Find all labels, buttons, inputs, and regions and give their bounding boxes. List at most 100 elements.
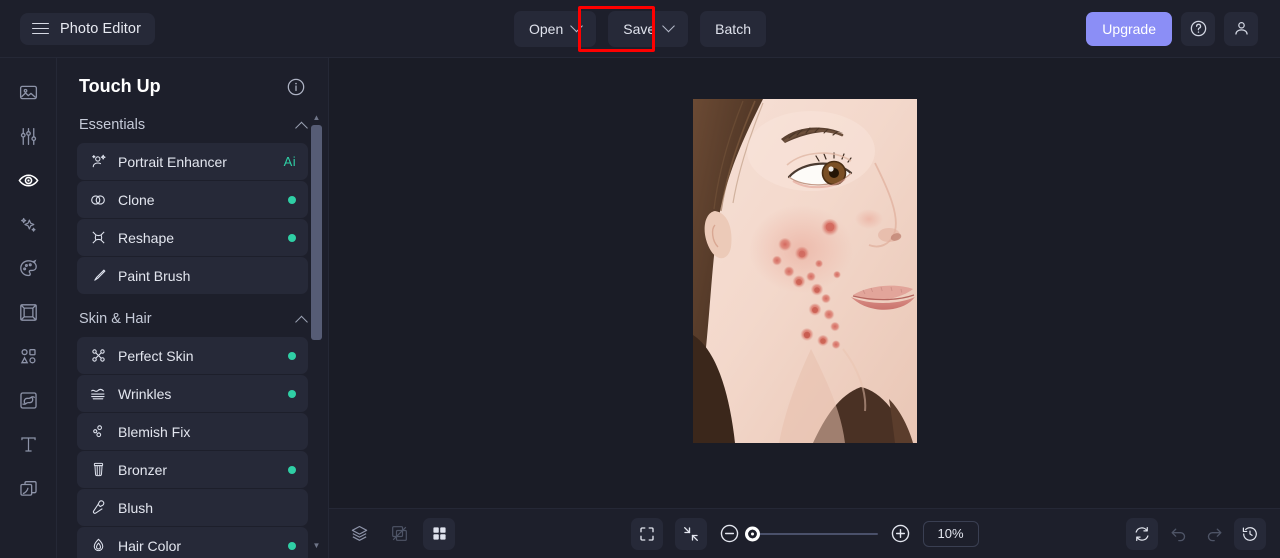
image-icon [18, 82, 39, 103]
scroll-down-arrow-icon[interactable]: ▼ [313, 542, 321, 550]
tool-item-blemish-fix[interactable]: Blemish Fix [77, 413, 308, 450]
bottom-toolbar: 10% [329, 508, 1280, 558]
grid-icon [431, 525, 448, 542]
tool-label: Hair Color [118, 537, 182, 554]
upgrade-button[interactable]: Upgrade [1086, 11, 1172, 46]
header-toolbar: Open Save Batch [514, 10, 766, 47]
blemish-fix-icon [88, 423, 108, 440]
help-button[interactable] [1181, 11, 1215, 46]
tool-label: Portrait Enhancer [118, 153, 227, 170]
portrait-photo [692, 99, 917, 443]
batch-button-label: Batch [715, 20, 751, 37]
tool-label: Blush [118, 499, 154, 516]
fit-to-screen-button[interactable] [630, 517, 663, 550]
status-dot [288, 195, 296, 204]
hamburger-icon[interactable] [32, 22, 49, 35]
panel-scroll-area[interactable]: Essentials Portrait Enhancer Ai Clone Re… [57, 111, 328, 558]
rail-item-effects[interactable] [6, 202, 50, 246]
question-circle-icon [1189, 19, 1208, 38]
undo-icon [1169, 524, 1188, 543]
rail-item-retouch[interactable] [6, 158, 50, 202]
history-icon [1241, 525, 1259, 543]
rail-item-adjust[interactable] [6, 114, 50, 158]
open-button[interactable]: Open [514, 10, 597, 47]
shapes-icon [18, 346, 39, 367]
rail-item-color[interactable] [6, 246, 50, 290]
tool-item-wrinkles[interactable]: Wrinkles [77, 375, 308, 412]
zoom-in-button[interactable] [890, 523, 911, 544]
image-canvas[interactable] [692, 99, 917, 443]
zoom-slider[interactable] [744, 526, 878, 541]
zoom-slider-knob[interactable] [744, 526, 760, 541]
tool-item-blush[interactable]: Blush [77, 489, 308, 526]
redo-icon [1205, 524, 1224, 543]
undo-button[interactable] [1162, 518, 1194, 550]
zoom-out-button[interactable] [719, 523, 740, 544]
tool-label: Clone [118, 191, 155, 208]
palette-icon [18, 258, 39, 279]
photo-editor-app: Photo Editor Open Save Batch Upgrade Tou… [0, 0, 1280, 558]
zoom-level-input[interactable]: 10% [922, 520, 979, 547]
actual-size-button[interactable] [674, 517, 707, 550]
save-button[interactable]: Save [608, 10, 689, 47]
reset-button[interactable] [1126, 517, 1158, 550]
tool-label: Bronzer [118, 461, 168, 478]
rail-item-frames[interactable] [6, 290, 50, 334]
status-dot [288, 465, 296, 474]
status-dot [288, 389, 296, 398]
status-dot [288, 351, 296, 360]
group-header-essentials[interactable]: Essentials [77, 111, 308, 143]
rail-item-text[interactable] [6, 422, 50, 466]
before-after-compare-button[interactable] [383, 518, 415, 550]
rail-item-mask[interactable] [6, 378, 50, 422]
chevron-up-icon [295, 121, 308, 134]
panel-header: Touch Up [57, 58, 328, 111]
scrollbar-thumb[interactable] [311, 125, 322, 340]
user-icon [1232, 19, 1251, 38]
history-button[interactable] [1234, 517, 1266, 550]
chevron-down-icon [570, 19, 584, 33]
rail-item-layers[interactable] [6, 466, 50, 510]
rail-item-elements[interactable] [6, 334, 50, 378]
eye-icon [17, 169, 40, 192]
tool-item-paint-brush[interactable]: Paint Brush [77, 257, 308, 294]
chevron-up-icon [295, 315, 308, 328]
paint-brush-icon [88, 267, 108, 284]
mask-icon [18, 390, 39, 411]
tool-item-hair-color[interactable]: Hair Color [77, 527, 308, 558]
compare-icon [390, 524, 409, 543]
redo-button[interactable] [1198, 518, 1230, 550]
tool-item-perfect-skin[interactable]: Perfect Skin [77, 337, 308, 374]
reshape-icon [88, 229, 108, 246]
sparkles-icon [18, 214, 39, 235]
ai-badge: Ai [283, 154, 296, 169]
scroll-up-arrow-icon[interactable]: ▲ [313, 114, 321, 122]
app-header: Photo Editor Open Save Batch Upgrade [0, 0, 1280, 58]
layers-toggle-button[interactable] [343, 518, 375, 550]
batch-button[interactable]: Batch [700, 10, 766, 47]
rail-item-image[interactable] [6, 70, 50, 114]
clone-icon [88, 191, 108, 209]
tool-item-portrait-enhancer[interactable]: Portrait Enhancer Ai [77, 143, 308, 180]
tool-item-bronzer[interactable]: Bronzer [77, 451, 308, 488]
status-dot [288, 233, 296, 242]
brand-menu-button[interactable]: Photo Editor [20, 12, 155, 45]
tool-label: Wrinkles [118, 385, 172, 402]
header-right-actions: Upgrade [1086, 11, 1266, 46]
tool-label: Blemish Fix [118, 423, 191, 440]
app-title: Photo Editor [60, 20, 141, 37]
canvas-area[interactable] [329, 58, 1280, 508]
zoom-slider-track[interactable] [744, 526, 878, 541]
grid-view-button[interactable] [423, 517, 455, 550]
blush-icon [88, 499, 108, 516]
group-header-skin-hair[interactable]: Skin & Hair [77, 295, 308, 337]
tool-rail [0, 58, 57, 558]
scrollbar-track[interactable] [310, 125, 323, 539]
status-dot [288, 541, 296, 550]
info-circle-icon[interactable] [286, 77, 306, 97]
tool-item-reshape[interactable]: Reshape [77, 219, 308, 256]
chevron-down-icon [662, 19, 676, 33]
tool-item-clone[interactable]: Clone [77, 181, 308, 218]
panel-scrollbar[interactable]: ▲ ▼ [310, 114, 323, 550]
account-button[interactable] [1224, 11, 1258, 46]
